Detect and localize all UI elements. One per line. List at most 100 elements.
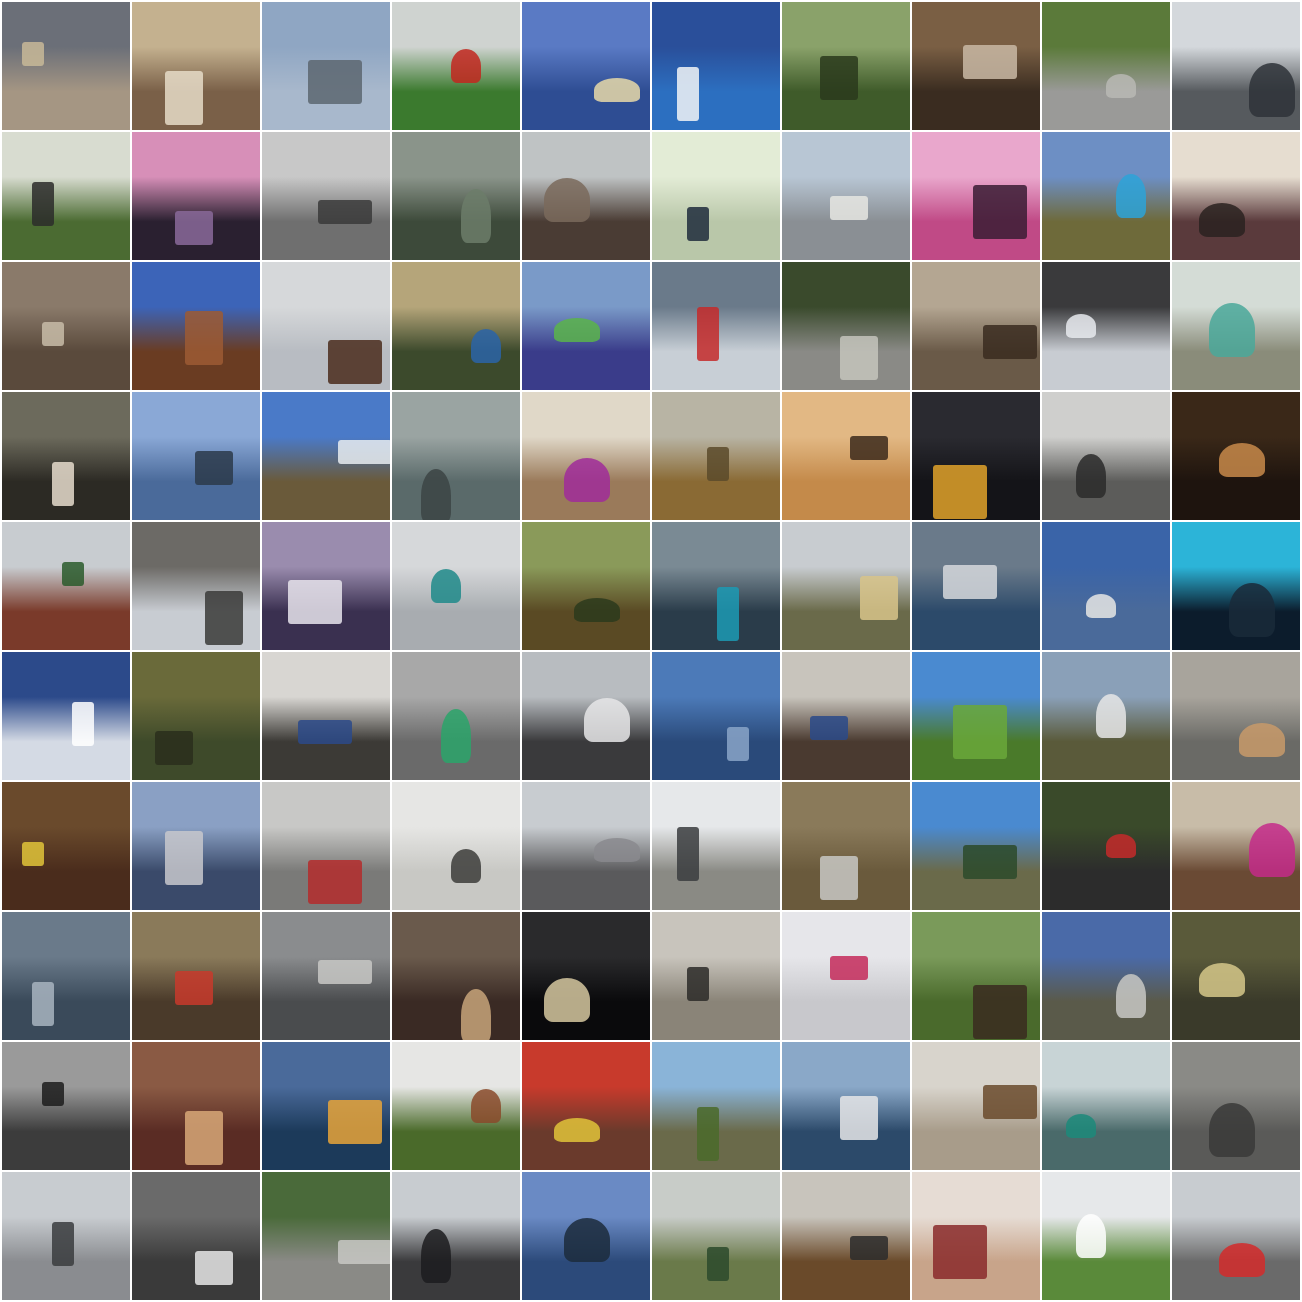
thumbnail-clothing-store <box>262 652 390 780</box>
thumbnail-subject <box>707 447 729 481</box>
thumbnail-shower-cabin <box>1042 1042 1170 1170</box>
thumbnail-railway-tracks <box>1042 392 1170 520</box>
thumbnail-ruined-amphitheater <box>782 262 910 390</box>
thumbnail-yellow-house <box>782 522 910 650</box>
thumbnail-subject <box>22 842 44 866</box>
thumbnail-mountain-valley <box>652 392 780 520</box>
thumbnail-stone-inscription <box>1172 1042 1300 1170</box>
thumbnail-stadium-seats <box>782 782 910 910</box>
thumbnail-living-room <box>912 1042 1040 1170</box>
thumbnail-forest-ferns <box>782 2 910 130</box>
thumbnail-pink-storefront <box>912 132 1040 260</box>
thumbnail-carved-chair <box>262 262 390 390</box>
thumbnail-red-mill-snow <box>262 782 390 910</box>
thumbnail-empty-amphitheater <box>262 1172 390 1300</box>
thumbnail-store-shelves <box>2 782 130 910</box>
thumbnail-sepia-athlete <box>912 262 1040 390</box>
thumbnail-garden-fence <box>392 1042 520 1170</box>
thumbnail-ski-slope <box>2 652 130 780</box>
thumbnail-subject <box>308 60 362 104</box>
thumbnail-subject <box>1066 314 1096 338</box>
thumbnail-subject <box>850 436 888 460</box>
thumbnail-subject <box>544 178 590 222</box>
thumbnail-subject <box>1076 454 1106 498</box>
thumbnail-subject <box>185 1111 223 1165</box>
thumbnail-turkeys-lawn <box>912 912 1040 1040</box>
thumbnail-subject <box>175 971 213 1005</box>
thumbnail-subject <box>471 329 501 363</box>
thumbnail-subject <box>441 709 471 763</box>
thumbnail-subject <box>328 340 382 384</box>
thumbnail-subject <box>1086 594 1116 618</box>
thumbnail-subject <box>52 462 74 506</box>
thumbnail-lecture-room <box>652 782 780 910</box>
thumbnail-subject <box>288 580 342 624</box>
thumbnail-white-building-street <box>782 132 910 260</box>
thumbnail-lighthouse-lamp <box>522 2 650 130</box>
thumbnail-subject <box>943 565 997 599</box>
thumbnail-subject <box>687 967 709 1001</box>
thumbnail-rock-arch <box>132 262 260 390</box>
thumbnail-subject <box>431 569 461 603</box>
thumbnail-calm-lake <box>652 652 780 780</box>
thumbnail-subject <box>421 469 451 520</box>
thumbnail-office-woman <box>522 392 650 520</box>
thumbnail-winter-cabin <box>262 522 390 650</box>
thumbnail-corn-field <box>912 652 1040 780</box>
thumbnail-subject <box>850 1236 888 1260</box>
thumbnail-pink-sunset-lake <box>132 132 260 260</box>
thumbnail-subject <box>677 67 699 121</box>
thumbnail-subject <box>983 1085 1037 1119</box>
thumbnail-boxer-gloves <box>2 262 130 390</box>
thumbnail-sunset-harbor <box>262 1042 390 1170</box>
thumbnail-subject <box>165 71 203 125</box>
thumbnail-subject <box>687 207 709 241</box>
thumbnail-subject <box>1116 974 1146 1018</box>
thumbnail-bowling-alley <box>1172 912 1300 1040</box>
thumbnail-stone-ruins <box>652 1042 780 1170</box>
thumbnail-subject <box>697 307 719 361</box>
thumbnail-subject <box>22 42 44 66</box>
thumbnail-subject <box>820 856 858 900</box>
thumbnail-pink-dress-office <box>1172 782 1300 910</box>
thumbnail-subject <box>1209 1103 1255 1157</box>
thumbnail-escalator-market <box>2 392 130 520</box>
thumbnail-tower-dusk <box>782 392 910 520</box>
thumbnail-clock-tower-city <box>262 2 390 130</box>
thumbnail-subject <box>830 956 868 980</box>
thumbnail-fallen-trees <box>2 1172 130 1300</box>
thumbnail-subject <box>421 1229 451 1283</box>
thumbnail-subject <box>461 989 491 1040</box>
thumbnail-subway-interior <box>652 262 780 390</box>
thumbnail-alpine-town <box>132 782 260 910</box>
thumbnail-jellyfish <box>912 392 1040 520</box>
thumbnail-subject <box>1219 1243 1265 1277</box>
thumbnail-doorway-interior <box>912 2 1040 130</box>
thumbnail-crowded-atrium <box>1172 2 1300 130</box>
thumbnail-subject <box>963 845 1017 879</box>
thumbnail-subject <box>953 705 1007 759</box>
thumbnail-shop-visitors <box>392 262 520 390</box>
thumbnail-snowy-cottage <box>262 392 390 520</box>
thumbnail-subject <box>451 849 481 883</box>
thumbnail-subject <box>72 702 94 746</box>
thumbnail-stone-viaduct <box>1172 652 1300 780</box>
thumbnail-newborn <box>912 1172 1040 1300</box>
thumbnail-cockpit <box>262 912 390 1040</box>
thumbnail-empty-road <box>1042 2 1170 130</box>
thumbnail-rainbow-mountain <box>132 392 260 520</box>
thumbnail-subject <box>810 716 848 740</box>
thumbnail-subject <box>564 1218 610 1262</box>
image-grid <box>0 0 1302 1302</box>
thumbnail-subject <box>1239 723 1285 757</box>
thumbnail-iceberg <box>2 2 130 130</box>
thumbnail-subject <box>52 1222 74 1266</box>
thumbnail-subject <box>1249 823 1295 877</box>
thumbnail-hot-spring <box>912 782 1040 910</box>
thumbnail-subject <box>554 1118 600 1142</box>
thumbnail-subject <box>933 1225 987 1279</box>
thumbnail-subject <box>973 985 1027 1039</box>
thumbnail-subject <box>62 562 84 586</box>
thumbnail-subject <box>584 698 630 742</box>
thumbnail-subject <box>1116 174 1146 218</box>
